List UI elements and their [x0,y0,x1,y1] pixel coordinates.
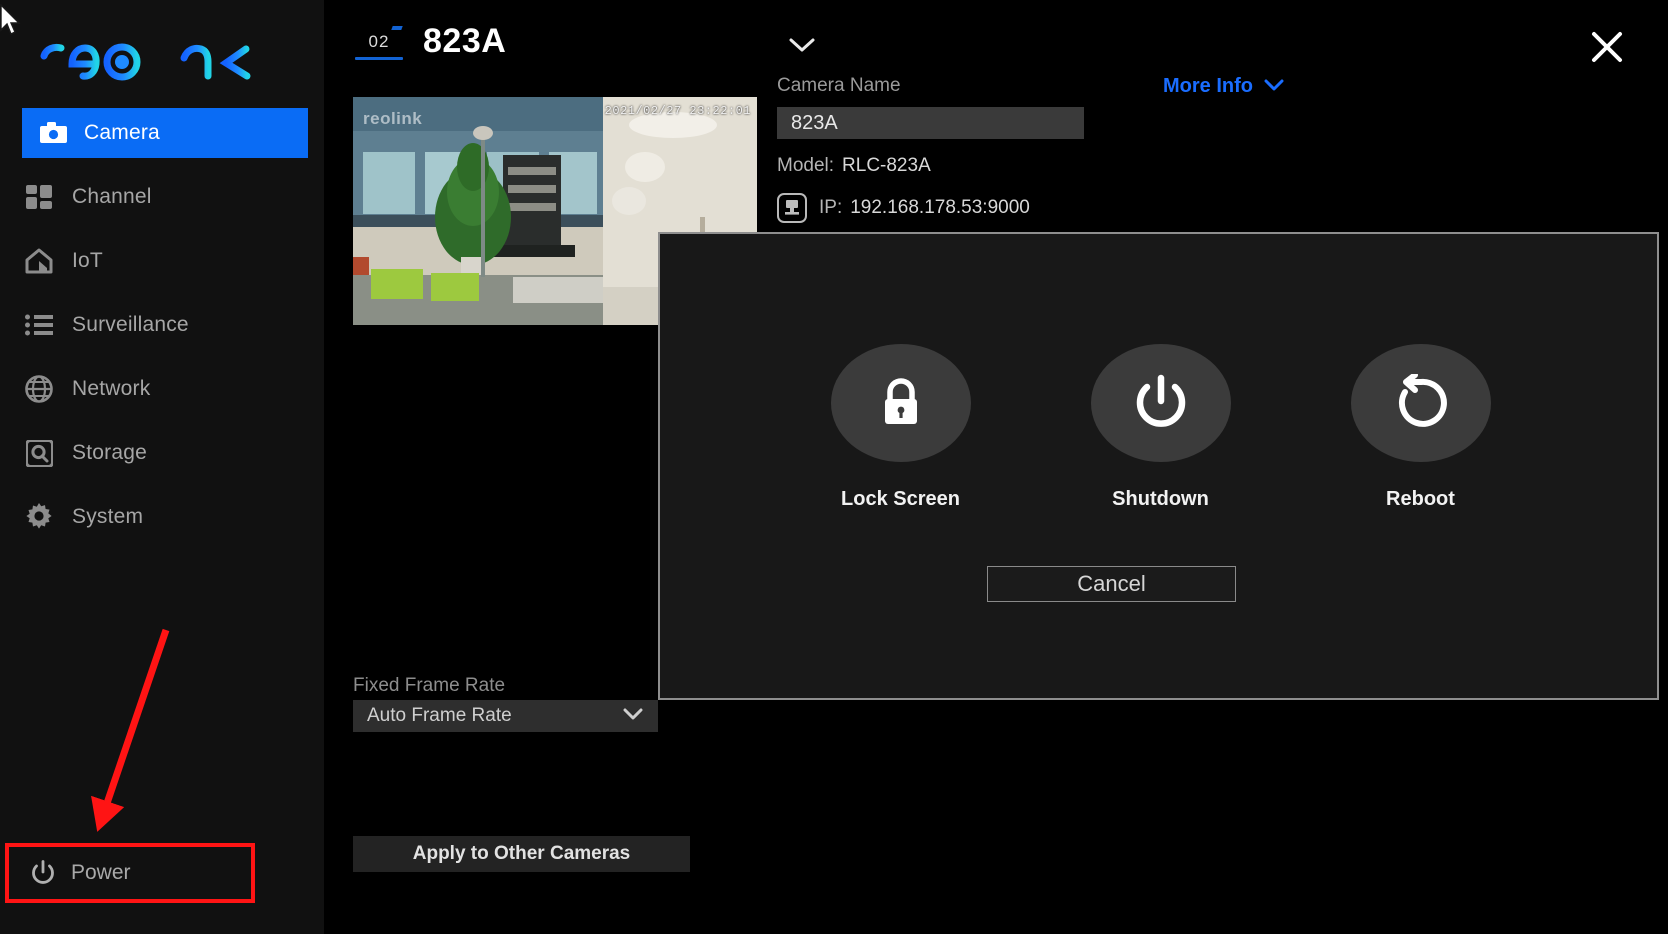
sidebar-nav: Camera Channel IoT Surveillance Network … [0,108,325,549]
ip-value: 192.168.178.53:9000 [850,197,1030,218]
lock-icon [830,344,971,462]
power-option-label: Lock Screen [841,488,960,510]
fixed-frame-rate-select[interactable]: Auto Frame Rate [353,700,658,732]
model-label: Model: [777,155,835,176]
sidebar-item-iot[interactable]: IoT [0,236,325,286]
list-icon [22,308,56,342]
grid-icon [22,180,56,214]
fixed-frame-rate-label: Fixed Frame Rate [353,675,506,696]
chevron-down-icon [622,707,644,726]
ip-row: IP: 192.168.178.53:9000 [777,193,1197,223]
sidebar-item-power[interactable]: Power [0,848,325,898]
fixed-frame-rate-value: Auto Frame Rate [367,705,512,726]
more-info-link[interactable]: More Info [1163,75,1285,98]
chevron-down-icon [1253,75,1285,98]
camera-icon [36,116,70,150]
model-value: RLC-823A [842,155,931,176]
sidebar-item-label: IoT [72,249,103,272]
power-dialog: Lock Screen Shutdown Reboot Cancel [658,232,1659,700]
power-option-label: Shutdown [1112,488,1209,510]
sidebar-item-storage[interactable]: Storage [0,428,325,478]
sidebar-item-surveillance[interactable]: Surveillance [0,300,325,350]
sidebar-item-system[interactable]: System [0,492,325,542]
power-icon [28,858,58,888]
model-row: Model: RLC-823A [777,155,1197,177]
sidebar: Camera Channel IoT Surveillance Network … [0,0,325,934]
sidebar-item-label: Network [72,377,151,400]
app-window: Camera Channel IoT Surveillance Network … [0,0,1668,934]
power-icon [1090,344,1231,462]
shutdown-option[interactable]: Shutdown [1090,344,1231,511]
reolink-logo [38,30,253,82]
sidebar-item-label: Storage [72,441,147,464]
sidebar-item-label: Power [71,861,131,884]
channel-tick [391,26,403,30]
sidebar-item-label: Surveillance [72,313,189,336]
lock-screen-option[interactable]: Lock Screen [830,344,971,511]
preview-watermark: reolink [363,109,423,128]
reload-icon [1350,344,1491,462]
sidebar-item-label: System [72,505,144,528]
channel-number: 02 [368,32,390,51]
globe-icon [22,372,56,406]
camera-name-input[interactable]: 823A [777,107,1084,139]
main-content: 02 823A reolink 2021/02/27 23:22:01 Came… [325,0,1668,934]
home-icon [22,244,56,278]
cancel-button[interactable]: Cancel [987,566,1236,602]
ip-label: IP: [819,197,843,218]
preview-timestamp: 2021/02/27 23:22:01 [604,104,751,118]
harddisk-icon [22,436,56,470]
channel-badge: 02 [355,26,403,60]
power-option-label: Reboot [1386,488,1455,510]
sidebar-item-channel[interactable]: Channel [0,172,325,222]
apply-to-other-cameras-button[interactable]: Apply to Other Cameras [353,836,690,872]
sidebar-item-label: Camera [84,121,160,144]
channel-underline [355,57,403,60]
sidebar-item-camera[interactable]: Camera [22,108,308,158]
power-options-row: Lock Screen Shutdown Reboot [660,344,1661,511]
reboot-option[interactable]: Reboot [1350,344,1491,511]
sidebar-item-label: Channel [72,185,152,208]
more-info-label: More Info [1163,75,1253,97]
page-title: 823A [423,22,507,60]
close-icon[interactable] [1590,30,1624,69]
lan-port-icon [777,193,807,223]
camera-name-label: Camera Name [777,75,901,96]
sidebar-item-network[interactable]: Network [0,364,325,414]
mouse-cursor [0,4,21,35]
chevron-down-icon[interactable] [787,36,817,59]
gear-icon [22,500,56,534]
